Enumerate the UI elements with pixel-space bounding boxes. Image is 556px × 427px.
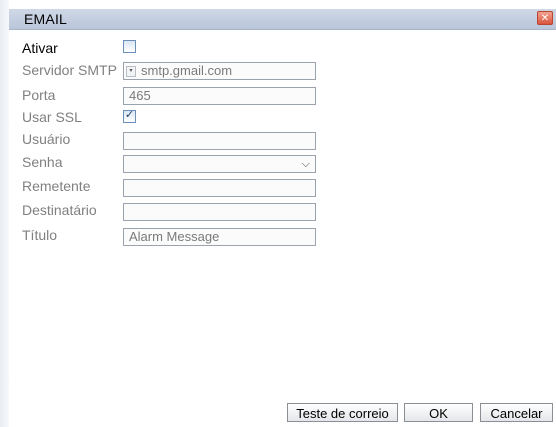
titulo-value: Alarm Message [129, 229, 220, 244]
ativar-label: Ativar [22, 40, 58, 56]
destinatario-label: Destinatário [22, 202, 97, 218]
senha-input[interactable]: ⌵ [123, 155, 316, 173]
remetente-input[interactable] [123, 179, 316, 197]
email-settings-form: Ativar Servidor SMTP ▾ smtp.gmail.com Po… [9, 30, 556, 427]
email-dialog: EMAIL ✕ Ativar Servidor SMTP ▾ smtp.gmai… [0, 0, 556, 427]
porta-input[interactable]: 465 [123, 87, 316, 105]
servidor-smtp-label: Servidor SMTP [22, 62, 117, 78]
title-bar: EMAIL ✕ [9, 9, 556, 30]
cancel-button[interactable]: Cancelar [480, 403, 553, 422]
close-icon[interactable]: ✕ [537, 11, 553, 25]
porta-value: 465 [129, 88, 151, 103]
test-mail-button[interactable]: Teste de correio [287, 403, 398, 422]
titulo-input[interactable]: Alarm Message [123, 228, 316, 246]
porta-label: Porta [22, 87, 56, 103]
chevron-down-icon[interactable]: ⌵ [302, 156, 310, 172]
servidor-smtp-value: smtp.gmail.com [141, 63, 233, 78]
checkmark-icon: ✓ [124, 109, 135, 121]
left-rail [0, 0, 9, 427]
titulo-label: Título [22, 227, 58, 243]
remetente-label: Remetente [22, 178, 91, 194]
senha-label: Senha [22, 154, 63, 170]
ativar-checkbox[interactable] [123, 40, 136, 53]
destinatario-input[interactable] [123, 203, 316, 221]
usar-ssl-label: Usar SSL [22, 109, 82, 125]
usuario-input[interactable] [123, 132, 316, 150]
usar-ssl-checkbox[interactable]: ✓ [123, 109, 136, 123]
usuario-label: Usuário [22, 131, 71, 147]
servidor-smtp-select[interactable]: ▾ smtp.gmail.com [123, 62, 316, 80]
window-title: EMAIL [24, 11, 68, 27]
dropdown-arrow-icon[interactable]: ▾ [126, 66, 136, 77]
ok-button[interactable]: OK [404, 403, 473, 422]
